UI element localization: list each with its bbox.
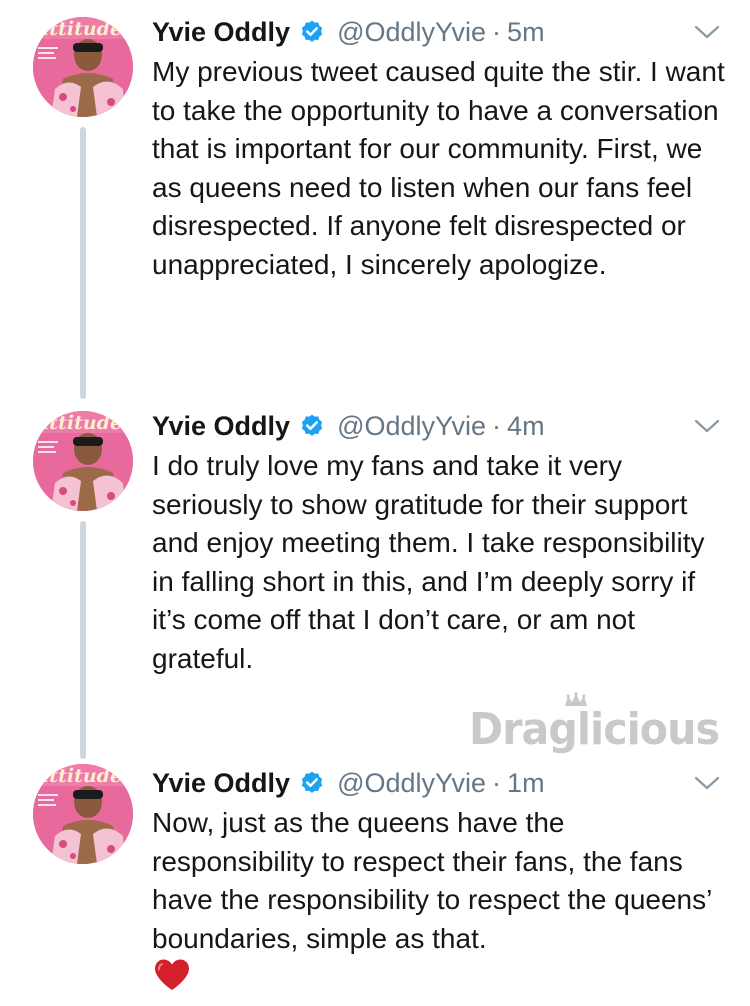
handle[interactable]: @OddlyYvie — [337, 768, 486, 799]
avatar-image: attitude — [33, 411, 133, 511]
red-heart-emoji — [155, 959, 189, 990]
handle[interactable]: @OddlyYvie — [337, 17, 486, 48]
watermark-logo: Draglicious — [469, 692, 720, 755]
avatar-magazine-title: attitude — [37, 765, 122, 787]
tweet-text: Now, just as the queens have the respons… — [152, 807, 712, 954]
display-name[interactable]: Yvie Oddly — [152, 411, 290, 442]
avatar[interactable]: attitude — [33, 411, 133, 511]
separator-dot: · — [492, 410, 502, 441]
handle[interactable]: @OddlyYvie — [337, 411, 486, 442]
timestamp[interactable]: 5m — [507, 17, 545, 48]
tweet-header: Yvie Oddly @OddlyYvie · 1m — [152, 763, 545, 803]
tweet-header: Yvie Oddly @OddlyYvie · 5m — [152, 12, 545, 52]
chevron-down-icon[interactable] — [693, 22, 721, 42]
thread-line — [80, 521, 86, 759]
tweet-text: I do truly love my fans and take it very… — [152, 450, 705, 674]
tweet-header: Yvie Oddly @OddlyYvie · 4m — [152, 406, 545, 446]
avatar[interactable]: attitude — [33, 17, 133, 117]
verified-badge-icon — [301, 20, 323, 42]
timestamp[interactable]: 1m — [507, 768, 545, 799]
chevron-down-icon[interactable] — [693, 773, 721, 793]
verified-badge-icon — [301, 771, 323, 793]
avatar[interactable]: attitude — [33, 764, 133, 864]
separator-dot: · — [492, 16, 502, 47]
tweet-text: My previous tweet caused quite the stir.… — [152, 56, 725, 280]
avatar-image: attitude — [33, 17, 133, 117]
timestamp[interactable]: 4m — [507, 411, 545, 442]
avatar-image: attitude — [33, 764, 133, 864]
avatar-magazine-title: attitude — [37, 412, 122, 434]
separator-dot: · — [492, 767, 502, 798]
chevron-down-icon[interactable] — [693, 416, 721, 436]
display-name[interactable]: Yvie Oddly — [152, 17, 290, 48]
watermark-text: Draglicious — [469, 704, 719, 755]
thread-line — [80, 127, 86, 399]
verified-badge-icon — [301, 414, 323, 436]
avatar-magazine-title: attitude — [37, 18, 122, 40]
display-name[interactable]: Yvie Oddly — [152, 768, 290, 799]
